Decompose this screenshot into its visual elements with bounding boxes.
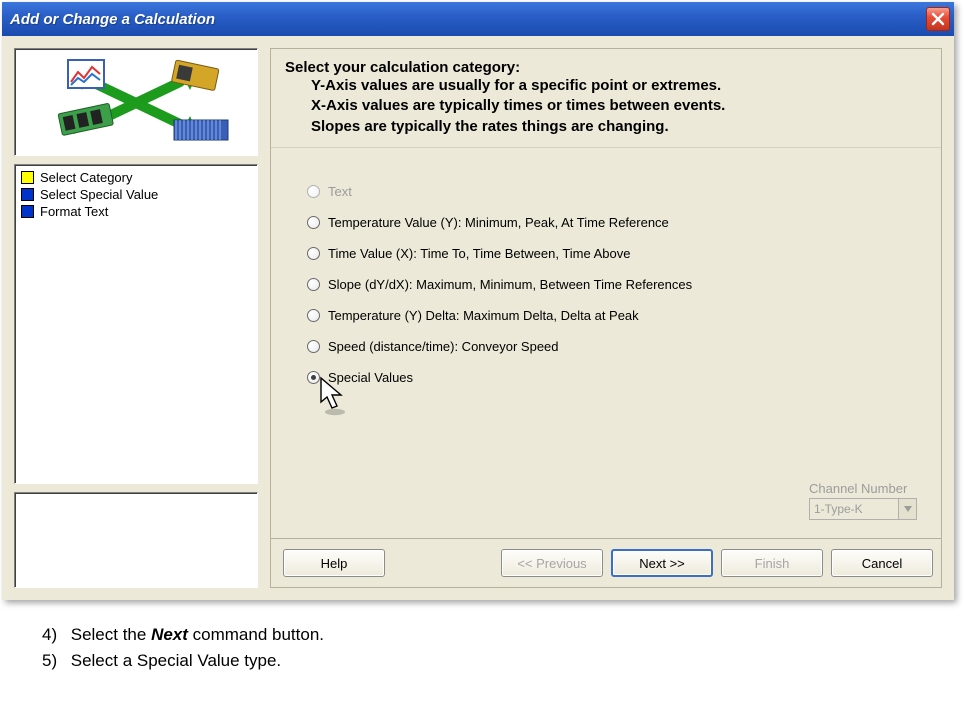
instruction-emphasis: Next (151, 625, 188, 644)
radio-option-time-x[interactable]: Time Value (X): Time To, Time Between, T… (307, 246, 917, 261)
radio-label: Time Value (X): Time To, Time Between, T… (328, 246, 631, 261)
wizard-steps-panel: Select Category Select Special Value For… (14, 164, 258, 484)
channel-number-label: Channel Number (809, 481, 917, 496)
instruction-text: command button. (188, 625, 324, 644)
radio-label: Text (328, 184, 352, 199)
step-swatch-icon (21, 205, 34, 218)
radio-option-text: Text (307, 184, 917, 199)
instruction-number: 5) (42, 648, 66, 674)
step-label: Select Category (40, 170, 133, 185)
help-button[interactable]: Help (283, 549, 385, 577)
titlebar: Add or Change a Calculation (2, 2, 954, 36)
instruction-number: 4) (42, 622, 66, 648)
wizard-graphic-icon (36, 56, 236, 148)
dialog-window: Add or Change a Calculation (2, 2, 954, 600)
wizard-graphic-panel (14, 48, 258, 156)
button-row: Help << Previous Next >> Finish Cancel (271, 538, 941, 587)
button-label: << Previous (517, 556, 586, 571)
radio-label: Slope (dY/dX): Maximum, Minimum, Between… (328, 277, 692, 292)
radio-icon (307, 371, 320, 384)
radio-label: Special Values (328, 370, 413, 385)
previous-button: << Previous (501, 549, 603, 577)
radio-option-slope[interactable]: Slope (dY/dX): Maximum, Minimum, Between… (307, 277, 917, 292)
radio-icon (307, 185, 320, 198)
radio-option-temperature-y[interactable]: Temperature Value (Y): Minimum, Peak, At… (307, 215, 917, 230)
close-button[interactable] (926, 7, 950, 31)
wizard-info-panel (14, 492, 258, 588)
radio-icon (307, 216, 320, 229)
radio-option-speed[interactable]: Speed (distance/time): Conveyor Speed (307, 339, 917, 354)
step-swatch-icon (21, 171, 34, 184)
heading-sub1: Y-Axis values are usually for a specific… (285, 76, 927, 96)
instruction-text: Select a Special Value type. (71, 651, 281, 670)
heading-block: Select your calculation category: Y-Axis… (271, 49, 941, 148)
channel-number-value: 1-Type-K (810, 502, 898, 516)
step-label: Format Text (40, 204, 108, 219)
window-title: Add or Change a Calculation (10, 11, 215, 28)
left-column: Select Category Select Special Value For… (14, 48, 258, 588)
channel-number-block: Channel Number 1-Type-K (809, 481, 917, 520)
right-column: Select your calculation category: Y-Axis… (270, 48, 942, 588)
close-icon (931, 12, 945, 26)
heading-sub2: X-Axis values are typically times or tim… (285, 96, 927, 116)
radio-icon (307, 340, 320, 353)
instruction-line-5: 5) Select a Special Value type. (42, 648, 950, 674)
channel-number-select: 1-Type-K (809, 498, 917, 520)
options-block: Text Temperature Value (Y): Minimum, Pea… (271, 148, 941, 538)
step-label: Select Special Value (40, 187, 158, 202)
instruction-text: Select the (71, 625, 151, 644)
radio-label: Temperature (Y) Delta: Maximum Delta, De… (328, 308, 639, 323)
radio-option-special-values[interactable]: Special Values (307, 370, 917, 385)
button-label: Cancel (862, 556, 902, 571)
dialog-body: Select Category Select Special Value For… (2, 36, 954, 600)
next-button[interactable]: Next >> (611, 549, 713, 577)
radio-label: Temperature Value (Y): Minimum, Peak, At… (328, 215, 669, 230)
button-label: Next >> (639, 556, 685, 571)
step-item-select-category: Select Category (21, 169, 251, 186)
step-item-select-special-value: Select Special Value (21, 186, 251, 203)
instructions-block: 4) Select the Next command button. 5) Se… (0, 602, 964, 687)
button-label: Help (321, 556, 348, 571)
heading-sub3: Slopes are typically the rates things ar… (285, 117, 927, 137)
radio-icon (307, 247, 320, 260)
chevron-down-icon (898, 499, 916, 519)
radio-icon (307, 309, 320, 322)
button-label: Finish (755, 556, 790, 571)
step-item-format-text: Format Text (21, 203, 251, 220)
cancel-button[interactable]: Cancel (831, 549, 933, 577)
radio-option-temperature-delta[interactable]: Temperature (Y) Delta: Maximum Delta, De… (307, 308, 917, 323)
radio-label: Speed (distance/time): Conveyor Speed (328, 339, 559, 354)
radio-icon (307, 278, 320, 291)
finish-button: Finish (721, 549, 823, 577)
step-swatch-icon (21, 188, 34, 201)
instruction-line-4: 4) Select the Next command button. (42, 622, 950, 648)
heading-main: Select your calculation category: (285, 59, 927, 76)
